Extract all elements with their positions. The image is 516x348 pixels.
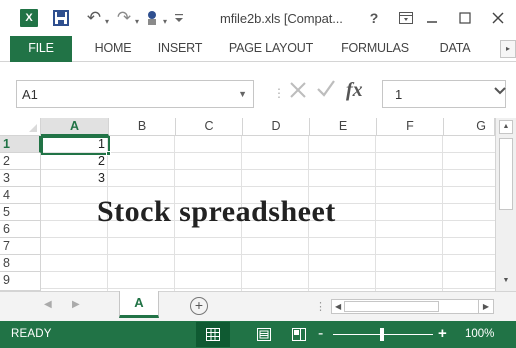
cancel-entry-icon[interactable] <box>289 79 307 105</box>
ribbon-tabs: FILE HOME INSERT PAGE LAYOUT FORMULAS DA… <box>0 36 516 62</box>
scroll-down-icon[interactable]: ▼ <box>499 275 513 289</box>
close-icon[interactable] <box>490 8 506 28</box>
column-header-d[interactable]: D <box>243 118 310 136</box>
page-break-preview-icon[interactable] <box>282 322 316 347</box>
fill-handle[interactable] <box>106 151 111 156</box>
row-header-4[interactable]: 4 <box>0 187 41 204</box>
customize-toolbar-icon[interactable] <box>172 8 186 28</box>
name-box-value: A1 <box>22 87 38 102</box>
sheet-tab-a[interactable]: A <box>119 291 159 318</box>
zoom-slider-thumb[interactable] <box>380 328 384 341</box>
tab-formulas[interactable]: FORMULAS <box>335 36 415 62</box>
status-bar: READY - + 100% <box>0 321 516 348</box>
sheet-tab-bar: ◀ ▶ A + ⋮ ◀ ▶ <box>0 291 516 321</box>
horizontal-scroll-thumb[interactable] <box>344 301 439 312</box>
row-header-1[interactable]: 1 <box>0 136 41 153</box>
redo-icon[interactable]: ↷ <box>116 8 132 28</box>
next-sheet-icon[interactable]: ▶ <box>72 299 80 310</box>
zoom-in-button[interactable]: + <box>438 325 447 342</box>
row-header-9[interactable]: 9 <box>0 272 41 291</box>
redo-dropdown-icon[interactable]: ▾ <box>133 11 141 31</box>
save-icon[interactable] <box>52 8 70 28</box>
column-header-g[interactable]: G <box>444 118 495 136</box>
sort-dropdown-icon[interactable]: ▾ <box>161 11 169 31</box>
formula-value: 1 <box>395 87 403 102</box>
row-header-6[interactable]: 6 <box>0 221 41 238</box>
title-bar: X ↶ ▾ ↷ ▾ ▾ mfile2b.xls [Compat... ? <box>0 0 516 36</box>
ribbon-display-options-icon[interactable] <box>398 8 414 28</box>
vertical-scrollbar[interactable]: ▲ ▼ <box>495 118 516 291</box>
row-header-5[interactable]: 5 <box>0 204 41 221</box>
column-header-a[interactable]: A <box>41 118 109 136</box>
select-all-button[interactable] <box>0 118 41 136</box>
previous-sheet-icon[interactable]: ◀ <box>44 299 52 310</box>
excel-logo-icon: X <box>20 9 38 27</box>
insert-function-icon[interactable]: fx <box>346 79 363 102</box>
row-header-3[interactable]: 3 <box>0 170 41 187</box>
tab-page-layout[interactable]: PAGE LAYOUT <box>222 36 320 62</box>
scroll-right-icon[interactable]: ▶ <box>478 299 494 314</box>
tab-file[interactable]: FILE <box>10 36 72 62</box>
window-title: mfile2b.xls [Compat... <box>220 11 343 26</box>
column-header-b[interactable]: B <box>109 118 176 136</box>
horizontal-scrollbar[interactable]: ◀ ▶ <box>331 299 494 314</box>
name-box[interactable]: A1 ▼ <box>16 80 254 108</box>
row-header-7[interactable]: 7 <box>0 238 41 255</box>
column-header-e[interactable]: E <box>310 118 377 136</box>
column-header-c[interactable]: C <box>176 118 243 136</box>
column-header-f[interactable]: F <box>377 118 444 136</box>
normal-view-icon[interactable] <box>196 322 230 347</box>
minimize-icon[interactable] <box>425 8 439 28</box>
vertical-scroll-thumb[interactable] <box>499 138 513 210</box>
tab-data[interactable]: DATA <box>430 36 480 62</box>
tab-split-handle-icon[interactable]: ⋮ <box>315 300 326 313</box>
sort-icon[interactable] <box>144 8 160 28</box>
maximize-icon[interactable] <box>458 8 472 28</box>
undo-dropdown-icon[interactable]: ▾ <box>103 11 111 31</box>
cell-a2[interactable]: 2 <box>41 153 105 170</box>
scroll-up-icon[interactable]: ▲ <box>499 120 513 134</box>
row-header-2[interactable]: 2 <box>0 153 41 170</box>
formula-input[interactable]: 1 <box>382 80 506 108</box>
active-cell-outline <box>41 136 110 155</box>
expand-formula-bar-icon[interactable] <box>494 86 506 98</box>
status-text: READY <box>11 328 52 340</box>
new-sheet-icon[interactable]: + <box>190 297 208 315</box>
scroll-left-icon[interactable]: ◀ <box>335 300 341 313</box>
name-box-dropdown-icon[interactable]: ▼ <box>238 89 247 99</box>
cell-a3[interactable]: 3 <box>41 170 105 187</box>
zoom-level[interactable]: 100% <box>465 328 494 340</box>
page-layout-view-icon[interactable] <box>247 322 281 347</box>
help-icon[interactable]: ? <box>367 8 381 28</box>
tab-insert[interactable]: INSERT <box>150 36 210 62</box>
formula-bar-grip-icon: ⋮ <box>273 86 285 100</box>
row-header-8[interactable]: 8 <box>0 255 41 272</box>
zoom-out-button[interactable]: - <box>318 325 323 343</box>
tab-home[interactable]: HOME <box>83 36 143 62</box>
enter-entry-icon[interactable] <box>316 79 336 103</box>
undo-icon[interactable]: ↶ <box>86 8 102 28</box>
ribbon-scroll-right-icon[interactable]: ▸ <box>500 40 516 58</box>
overlay-caption: Stock spreadsheet <box>97 195 336 228</box>
excel-window: X ↶ ▾ ↷ ▾ ▾ mfile2b.xls [Compat... ? FIL… <box>0 0 516 348</box>
